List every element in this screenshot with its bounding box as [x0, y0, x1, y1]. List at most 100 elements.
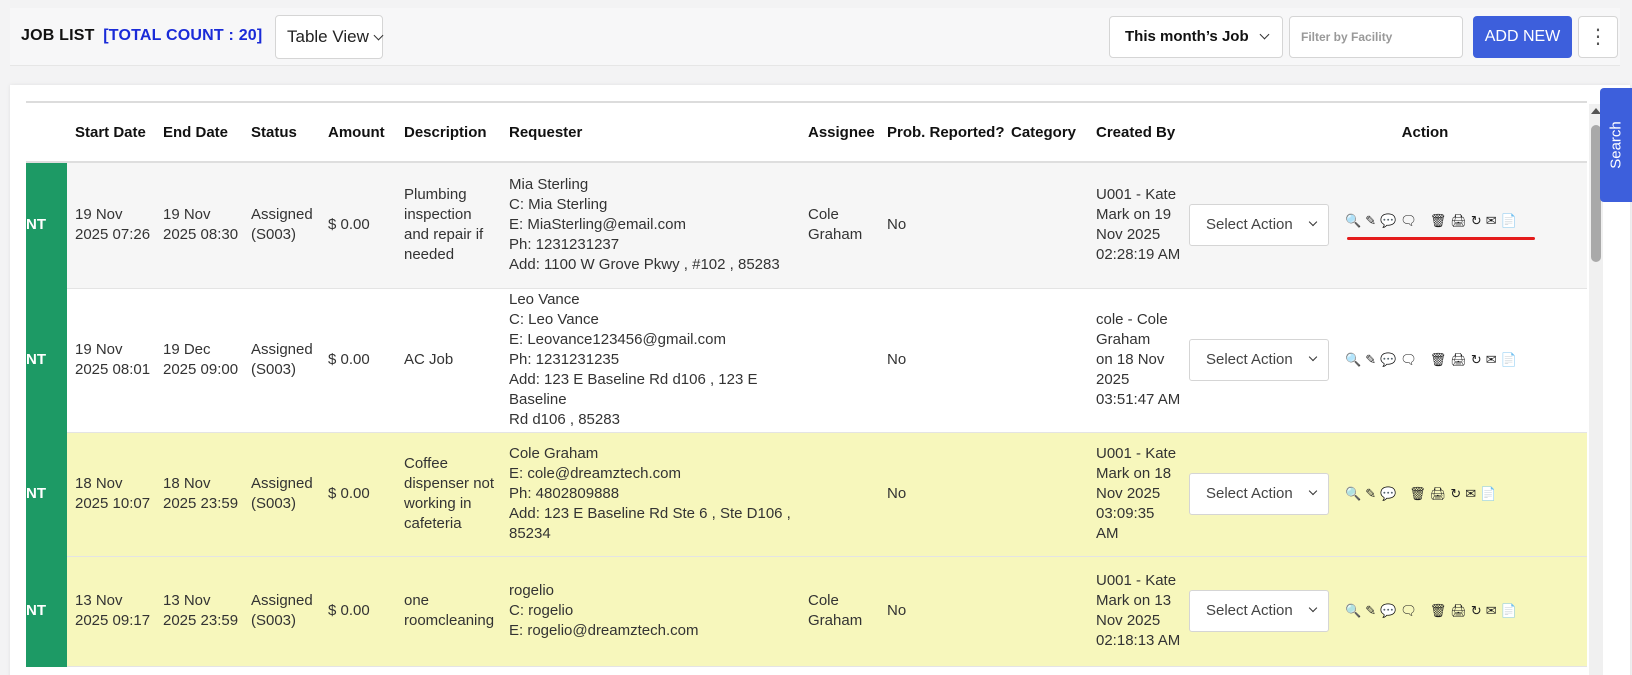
- end-date-cell-line: 13 Nov: [163, 592, 211, 609]
- requester-cell-line: Rd d106 , 85283: [509, 411, 620, 428]
- description-cell-line: inspection: [404, 206, 472, 224]
- trash-icon[interactable]: 🗑: [1409, 484, 1426, 504]
- prob-reported-cell: No: [879, 288, 1003, 433]
- select-action-dropdown[interactable]: Select Action: [1189, 204, 1329, 247]
- comment-icon[interactable]: 💬: [1380, 484, 1396, 504]
- status-cell-line: (S003): [251, 495, 297, 512]
- more-options-icon[interactable]: ⋮: [1578, 16, 1618, 58]
- document-icon[interactable]: 📄: [1501, 601, 1517, 621]
- search-icon[interactable]: 🔍: [1345, 350, 1361, 370]
- requester-cell-line: C: Leo Vance: [509, 311, 599, 328]
- prob-reported-cell: No: [879, 432, 1003, 557]
- envelope-icon[interactable]: ✉: [1486, 350, 1497, 370]
- column-header-prob-reported[interactable]: Prob. Reported?: [879, 103, 1005, 163]
- amount-cell: $ 0.00: [320, 162, 396, 289]
- document-icon[interactable]: 📄: [1501, 211, 1517, 231]
- requester-cell-line: rogelio: [509, 582, 555, 599]
- requester-cell-line: Leo Vance: [509, 291, 580, 308]
- pencil-icon[interactable]: ✎: [1365, 484, 1376, 504]
- category-cell: [1003, 432, 1088, 557]
- printer-icon[interactable]: 🖨: [1430, 484, 1447, 504]
- printer-icon[interactable]: 🖨: [1450, 211, 1467, 231]
- created-by-cell-line: Mark on 18: [1096, 465, 1172, 482]
- comment-icon[interactable]: 💬: [1380, 211, 1396, 231]
- created-by-cell-line: Mark on 19: [1096, 206, 1172, 224]
- column-header-end-date[interactable]: End Date: [155, 103, 243, 163]
- search-icon[interactable]: 🔍: [1345, 211, 1361, 231]
- column-header-status[interactable]: Status: [243, 103, 320, 163]
- envelope-icon[interactable]: ✉: [1486, 601, 1497, 621]
- chevron-down-icon: [1259, 29, 1270, 40]
- job-table: Start Date End Date Status Amount Descri…: [26, 103, 1587, 667]
- chat-icon[interactable]: 🗨: [1400, 601, 1417, 621]
- status-cell-line: Assigned: [251, 206, 313, 224]
- total-count-badge: [TOTAL COUNT : 20]: [103, 27, 263, 44]
- table-row[interactable]: NT 18 Nov 2025 10:07 18 Nov 2025 23:59 Assign…: [26, 432, 1587, 557]
- assignee-cell-line: Graham: [808, 226, 863, 244]
- chat-icon[interactable]: 🗨: [1400, 211, 1417, 231]
- column-header-description[interactable]: Description: [396, 103, 501, 163]
- pencil-icon[interactable]: ✎: [1365, 601, 1376, 621]
- column-header-amount[interactable]: Amount: [320, 103, 396, 163]
- requester-cell-line: Ph: 4802809888: [509, 485, 620, 502]
- document-icon[interactable]: 📄: [1501, 350, 1517, 370]
- created-by-cell-line: Mark on 13: [1096, 592, 1172, 609]
- add-new-button[interactable]: ADD NEW: [1473, 16, 1572, 58]
- table-row[interactable]: NT 19 Nov 2025 08:01 19 Dec 2025 09:00 Assign…: [26, 288, 1587, 433]
- end-date-cell: 13 Nov 2025 23:59: [155, 556, 243, 667]
- view-mode-select[interactable]: Table View: [275, 15, 384, 59]
- table-row[interactable]: NT 13 Nov 2025 09:17 13 Nov 2025 23:59 Assign…: [26, 556, 1587, 667]
- select-action-dropdown[interactable]: Select Action: [1189, 590, 1329, 632]
- start-date-cell: 18 Nov 2025 10:07: [67, 432, 155, 557]
- search-icon[interactable]: 🔍: [1345, 601, 1361, 621]
- created-by-cell: cole - Cole Graham on 18 Nov 2025 03:51:47 A…: [1088, 288, 1181, 433]
- status-cell-line: (S003): [251, 226, 297, 244]
- action-icons-cell: 🔍 ✎ 💬 🗑 🖨 ↻ ✉ 📄: [1333, 432, 1587, 557]
- refresh-icon[interactable]: ↻: [1471, 350, 1482, 370]
- envelope-icon[interactable]: ✉: [1486, 211, 1497, 231]
- table-row[interactable]: NT 19 Nov 2025 07:26 19 Nov 2025 08:30 Assign…: [26, 162, 1587, 289]
- column-header-start-date[interactable]: Start Date: [67, 103, 155, 163]
- column-header-requester[interactable]: Requester: [501, 103, 800, 163]
- column-header-created-by[interactable]: Created By: [1088, 103, 1181, 163]
- trash-icon[interactable]: 🗑: [1430, 211, 1447, 231]
- refresh-icon[interactable]: ↻: [1471, 211, 1482, 231]
- table-body: NT 19 Nov 2025 07:26 19 Nov 2025 08:30 Assign…: [26, 162, 1587, 667]
- pencil-icon[interactable]: ✎: [1365, 211, 1376, 231]
- start-date-cell-line: 18 Nov: [75, 475, 123, 492]
- column-header-category[interactable]: Category: [1003, 103, 1088, 163]
- comment-icon[interactable]: 💬: [1380, 601, 1396, 621]
- trash-icon[interactable]: 🗑: [1430, 350, 1447, 370]
- envelope-icon[interactable]: ✉: [1465, 484, 1476, 504]
- trash-icon[interactable]: 🗑: [1430, 601, 1447, 621]
- description-cell-line: Plumbing: [404, 186, 467, 204]
- created-by-cell-line: U001 - Kate: [1096, 186, 1177, 204]
- select-action-dropdown[interactable]: Select Action: [1189, 339, 1329, 381]
- printer-icon[interactable]: 🖨: [1450, 350, 1467, 370]
- search-side-tab-label: Search: [1607, 121, 1625, 169]
- refresh-icon[interactable]: ↻: [1450, 484, 1461, 504]
- column-header-tag: [26, 103, 67, 163]
- select-action-dropdown[interactable]: Select Action: [1189, 473, 1329, 515]
- end-date-cell: 19 Dec 2025 09:00: [155, 288, 243, 433]
- job-type-tag: NT: [26, 288, 67, 433]
- pencil-icon[interactable]: ✎: [1365, 350, 1376, 370]
- printer-icon[interactable]: 🖨: [1450, 601, 1467, 621]
- prob-reported-cell: No: [879, 556, 1003, 667]
- created-by-cell-line: 02:28:19 AM: [1096, 246, 1181, 264]
- chat-icon[interactable]: 🗨: [1400, 350, 1417, 370]
- facility-filter-input[interactable]: Filter by Facility: [1289, 16, 1463, 58]
- search-icon[interactable]: 🔍: [1345, 484, 1361, 504]
- start-date-cell-line: 13 Nov: [75, 592, 123, 609]
- refresh-icon[interactable]: ↻: [1471, 601, 1482, 621]
- comment-icon[interactable]: 💬: [1380, 350, 1396, 370]
- period-filter-select[interactable]: This month’s Job: [1109, 16, 1283, 58]
- action-icons-cell: 🔍 ✎ 💬 🗨 🗑 🖨 ↻ ✉ 📄: [1333, 162, 1587, 289]
- amount-cell: $ 0.00: [320, 288, 396, 433]
- facility-filter-placeholder: Filter by Facility: [1301, 30, 1393, 44]
- requester-cell-line: E: MiaSterling@email.com: [509, 216, 686, 234]
- search-side-tab[interactable]: Search: [1600, 88, 1632, 202]
- start-date-cell-line: 2025 09:17: [75, 612, 151, 629]
- document-icon[interactable]: 📄: [1480, 484, 1496, 504]
- column-header-assignee[interactable]: Assignee: [800, 103, 879, 163]
